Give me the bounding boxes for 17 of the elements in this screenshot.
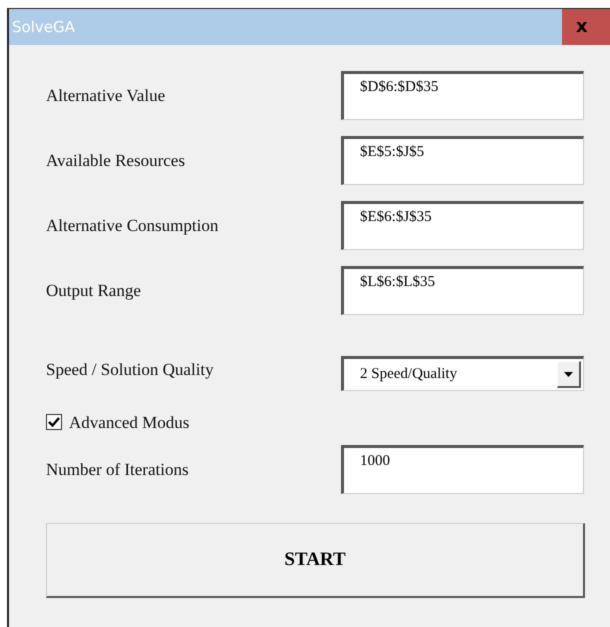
input-field[interactable]: $D$6:$D$35 (341, 71, 584, 120)
checkbox-label: Advanced Modus (69, 414, 190, 430)
field-label: Speed / Solution Quality (46, 361, 214, 378)
input-field[interactable]: 1000 (341, 445, 584, 494)
field-label: Alternative Value (46, 87, 166, 104)
input-field[interactable]: $E$6:$J$35 (341, 201, 584, 250)
input-field[interactable]: $E$5:$J$5 (341, 136, 584, 185)
close-button[interactable]: x (562, 9, 610, 45)
field-label: Output Range (46, 282, 141, 299)
start-button[interactable]: START (46, 523, 585, 598)
field-label: Alternative Consumption (46, 217, 218, 234)
dropdown[interactable]: 2 Speed/Quality (341, 356, 584, 391)
window-title: SolveGA (11, 16, 75, 38)
checkbox[interactable] (46, 414, 62, 430)
field-label: Available Resources (46, 152, 185, 169)
input-field[interactable]: $L$6:$L$35 (341, 266, 584, 315)
field-label: Number of Iterations (46, 461, 189, 478)
